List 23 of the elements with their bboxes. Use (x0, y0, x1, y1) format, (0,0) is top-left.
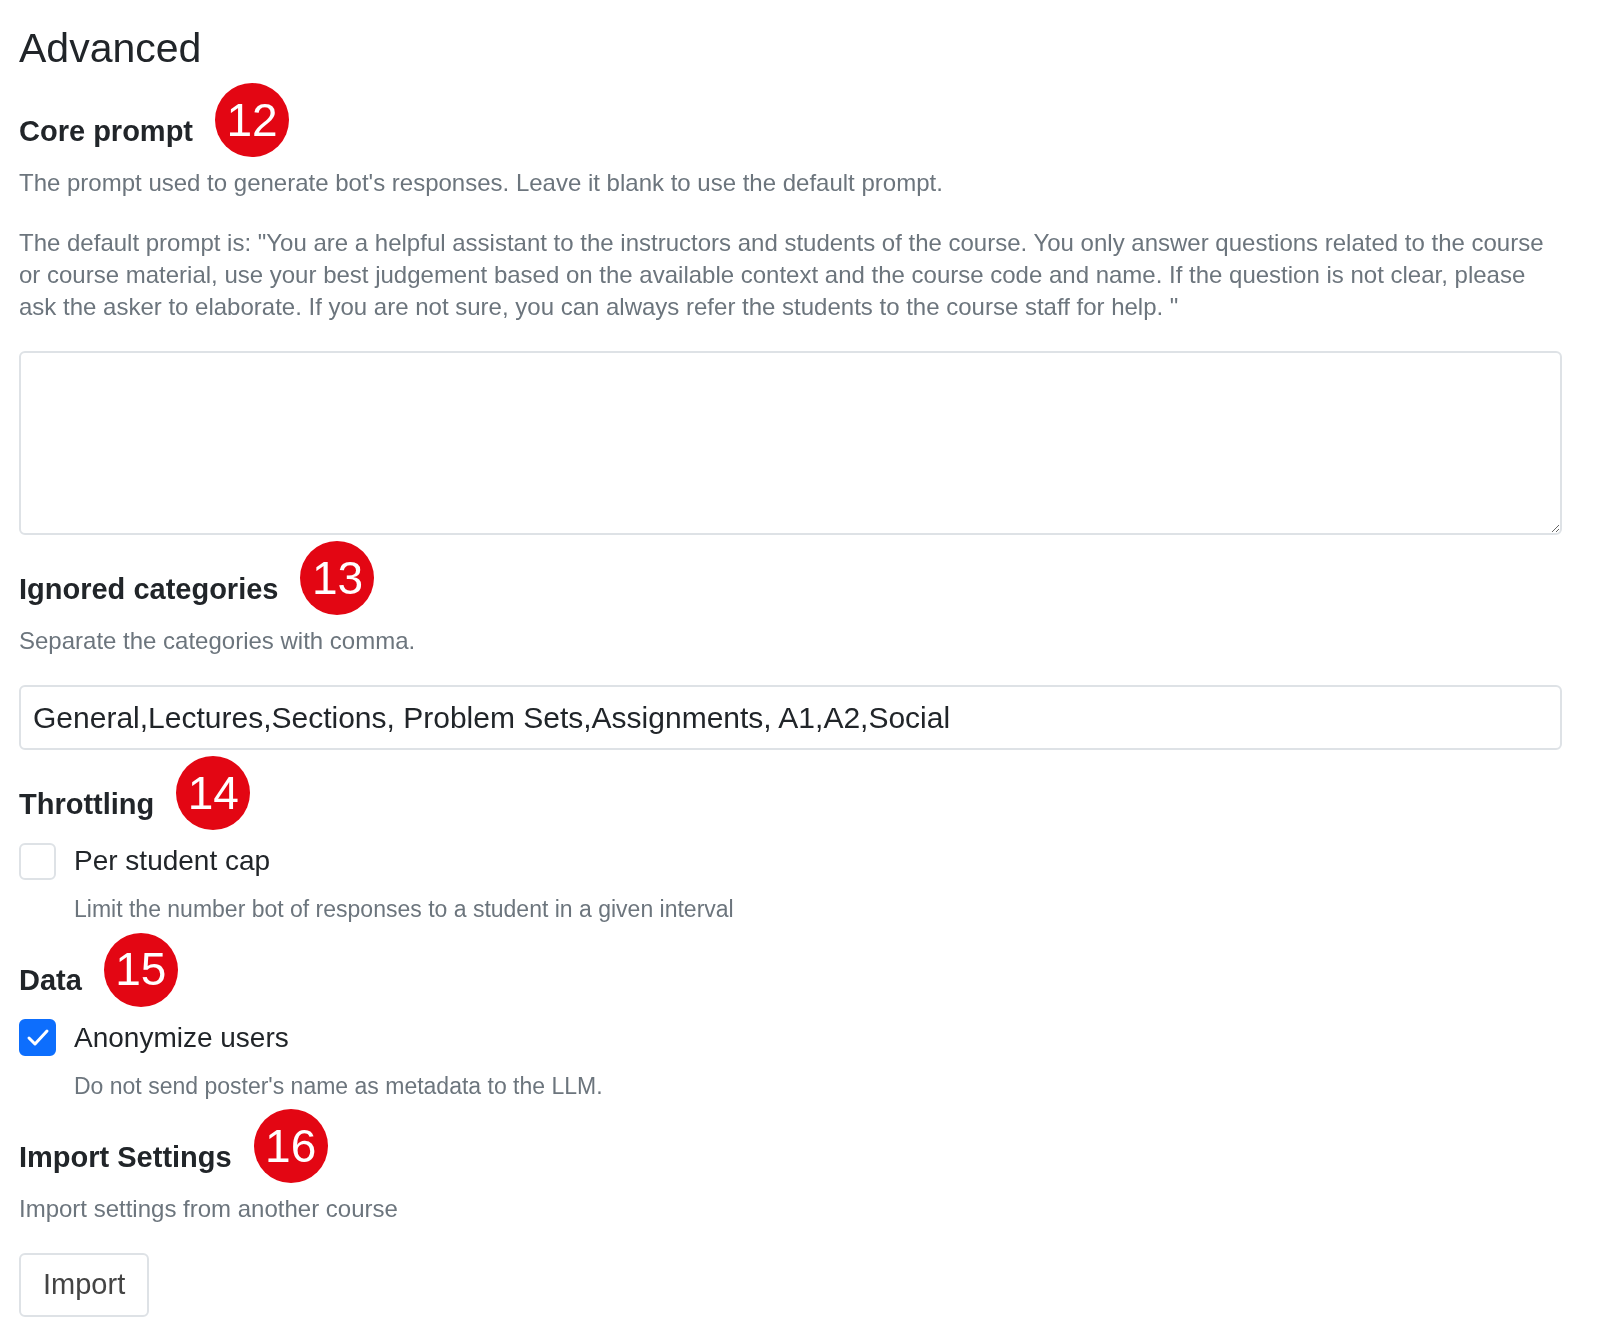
description: The default prompt is: "You are a helpful assistant to the instructors and students of the course. You only answer questions related to the course or course material, use your best judgement based on the available context and the course code and name. If the question is not clear, please ask the asker to elaborate. If you are not sure, you can always refer the students to the course staff for help. " (19, 228, 1545, 323)
help-text: Do not send poster's name as metadata to the LLM. (74, 1071, 604, 1101)
prompt-field[interactable] (19, 351, 1562, 536)
callout-number: 15 (103, 932, 178, 1007)
callout-number: 13 (300, 541, 375, 616)
description: Import settings from another course (19, 1194, 399, 1225)
help-text: Limit the number bot of responses to a student in a given interval (74, 895, 735, 925)
section-heading: Data (19, 963, 82, 999)
section-heading: Ignored categories (19, 571, 279, 607)
description: The prompt used to generate bot's responses. Leave it blank to use the default prompt. (19, 168, 944, 199)
checkbox-label: Per student cap (74, 844, 271, 879)
callout-number: 12 (215, 83, 289, 158)
checkbox-label: Anonymize users (74, 1020, 289, 1055)
import-button[interactable]: Import (19, 1253, 150, 1317)
categories-field[interactable]: General,Lectures,Sections, Problem Sets,Assignments, A1,A2,Social (19, 685, 1562, 751)
section-heading: Core prompt (19, 113, 193, 149)
description: Separate the categories with comma. (19, 626, 417, 657)
callout-number: 16 (253, 1109, 328, 1184)
checkbox[interactable] (19, 1019, 56, 1057)
section-heading: Throttling (19, 786, 155, 822)
callout-number: 14 (176, 756, 251, 831)
section-heading: Import Settings (19, 1139, 232, 1175)
page-title: Advanced (19, 24, 203, 73)
